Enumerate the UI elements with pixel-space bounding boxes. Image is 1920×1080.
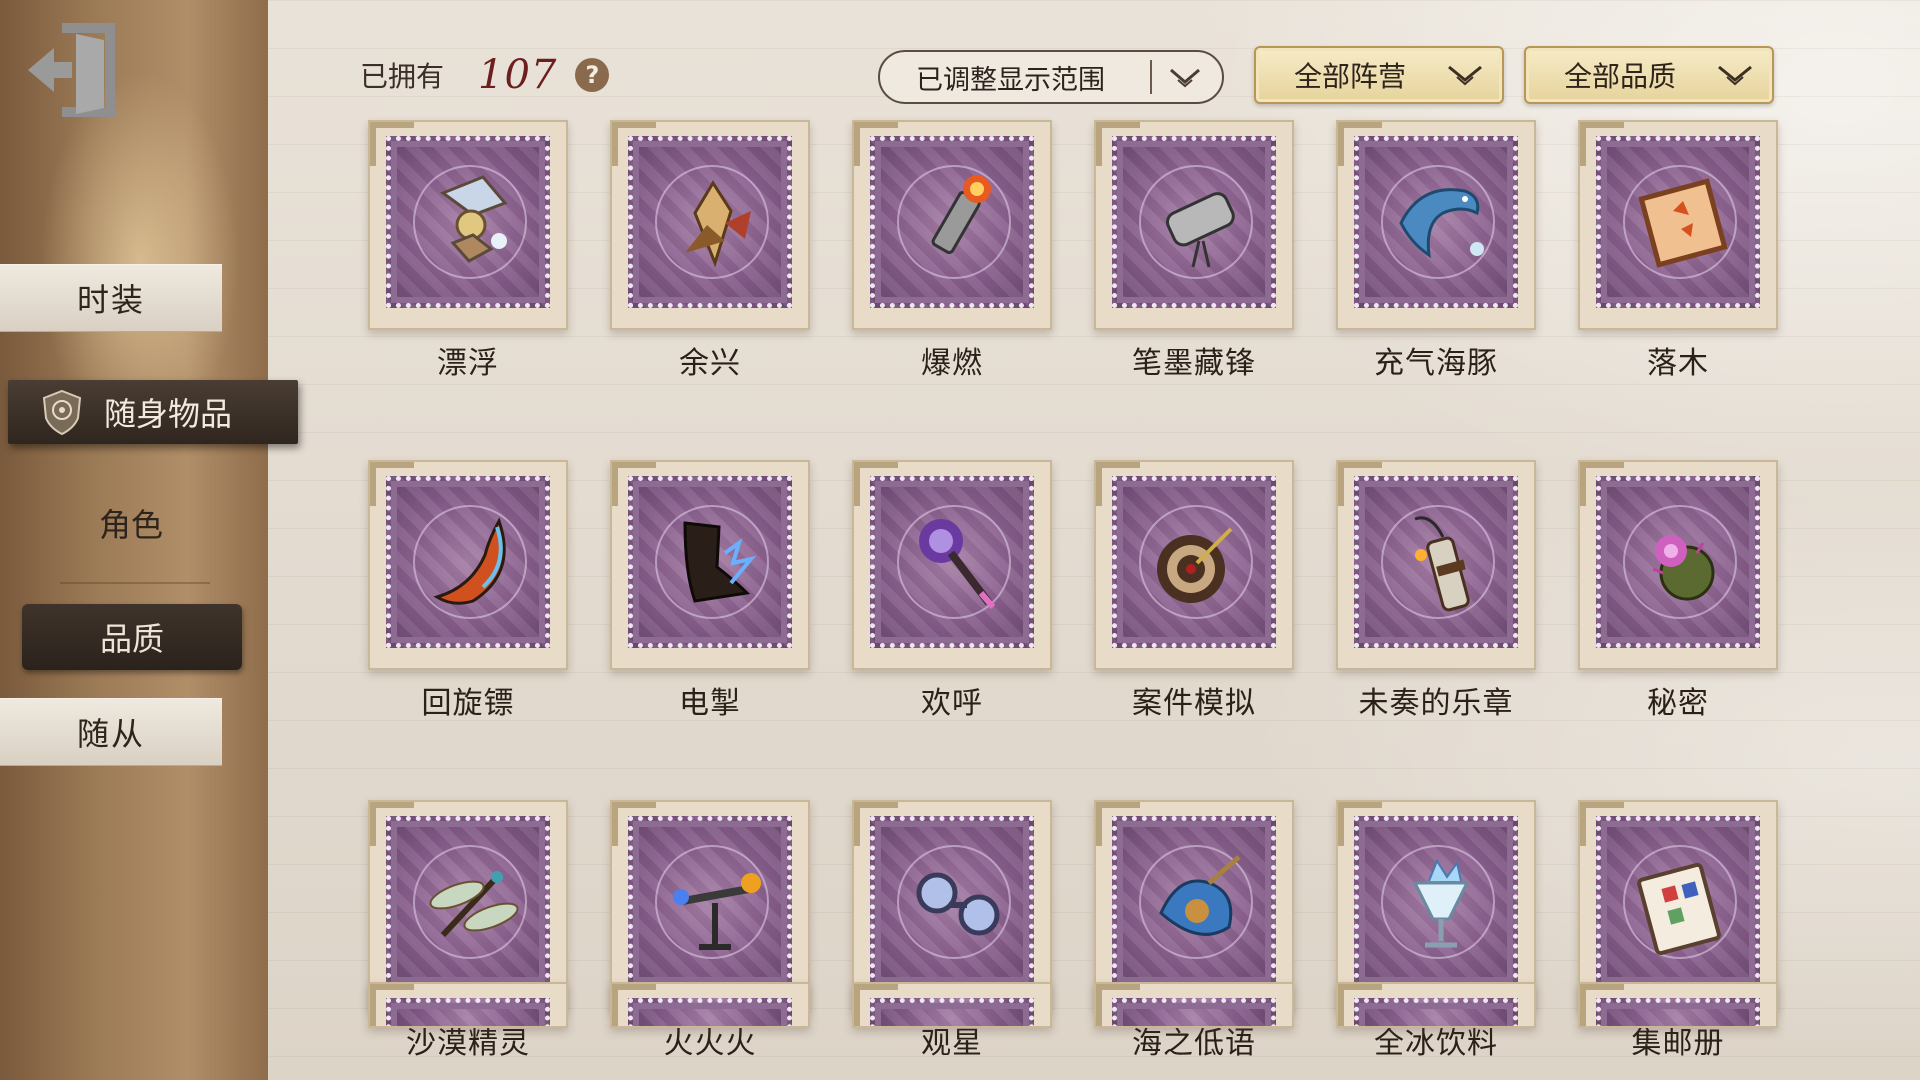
quality-dropdown[interactable]: 全部品质 (1524, 46, 1774, 104)
item-card[interactable]: 案件模拟 (1094, 460, 1294, 722)
item-name: 充气海豚 (1374, 346, 1498, 381)
chevron-down-icon (1718, 65, 1752, 86)
pompom-wand-icon (919, 519, 996, 609)
torch-stand-icon (673, 873, 761, 950)
sidebar-item-label: 随从 (76, 715, 145, 753)
ice-drink-icon (1412, 858, 1470, 948)
boomerang-icon (433, 517, 506, 605)
item-name: 笔墨藏锋 (1132, 346, 1256, 381)
item-name: 余兴 (679, 346, 741, 381)
help-icon[interactable]: ? (575, 58, 610, 92)
shell-icon (1159, 855, 1241, 936)
dragonfly-icon (429, 871, 519, 938)
display-range-dropdown[interactable]: 已调整显示范围 (878, 50, 1224, 104)
item-name: 未奏的乐章 (1358, 686, 1514, 721)
display-range-label: 已调整显示范围 (916, 64, 1105, 96)
item-name: 爆燃 (921, 346, 983, 381)
item-stamp (368, 120, 568, 330)
item-stamp (1578, 800, 1778, 1010)
item-stamp (1578, 120, 1778, 330)
owned-label: 已拥有 (360, 60, 445, 93)
lightning-boot-icon (683, 521, 757, 603)
stamp-album-icon (1637, 862, 1721, 956)
item-card[interactable]: 秘密 (1578, 460, 1778, 722)
item-stamp (1336, 800, 1536, 1010)
exit-button[interactable] (24, 20, 120, 120)
faction-label: 全部阵营 (1294, 60, 1407, 93)
main-panel: 已拥有 107 ? 已调整显示范围 全部阵营 全部品质 漂浮 余兴 爆燃 笔墨藏… (268, 0, 1920, 1080)
item-stamp (610, 120, 810, 330)
sidebar-item-accessories[interactable]: 随身物品 (8, 380, 298, 444)
item-stamp (368, 460, 568, 670)
dynamite-icon (1414, 516, 1470, 612)
item-grid: 漂浮 余兴 爆燃 笔墨藏锋 充气海豚 落木 回旋镖 电掣 欢呼 案件模拟 未奏的… (368, 120, 1788, 1062)
sidebar-item-follower[interactable]: 随从 (0, 698, 222, 766)
item-stamp[interactable] (852, 982, 1052, 1028)
thorn-flower-icon (1652, 535, 1715, 601)
chevron-down-icon (1170, 68, 1200, 88)
sidebar-item-outfit[interactable]: 时装 (0, 264, 222, 332)
item-card[interactable]: 欢呼 (852, 460, 1052, 722)
item-name: 欢呼 (921, 686, 983, 721)
dolphin-icon (1399, 188, 1484, 259)
item-name: 秘密 (1647, 686, 1709, 721)
item-stamp[interactable] (1094, 982, 1294, 1028)
item-stamp (1094, 800, 1294, 1010)
sidebar-item-quality[interactable]: 品质 (22, 604, 242, 670)
item-stamp (610, 460, 810, 670)
item-stamp[interactable] (1336, 982, 1536, 1028)
flame-plug-icon (931, 175, 991, 255)
item-card[interactable]: 爆燃 (852, 120, 1052, 382)
item-stamp (1336, 460, 1536, 670)
item-card[interactable]: 回旋镖 (368, 460, 568, 722)
item-name: 案件模拟 (1132, 686, 1256, 721)
owned-count: 107 (478, 52, 558, 98)
item-stamp (368, 800, 568, 1010)
item-name: 电掣 (679, 686, 741, 721)
item-name: 回旋镖 (421, 686, 515, 721)
sidebar-item-label: 时装 (76, 281, 145, 319)
ink-scroll-icon (1165, 192, 1235, 268)
item-stamp (1094, 460, 1294, 670)
chevron-down-icon (1448, 65, 1482, 86)
sidebar-item-character[interactable]: 角色 (20, 490, 242, 556)
quality-label: 全部品质 (1564, 60, 1677, 93)
shield-badge-icon (42, 389, 82, 436)
item-card[interactable]: 余兴 (610, 120, 810, 382)
sidebar: 时装 随身物品 角色 品质 随从 (0, 0, 298, 1080)
exit-door-icon (28, 23, 115, 117)
item-card[interactable]: 笔墨藏锋 (1094, 120, 1294, 382)
item-card[interactable]: 落木 (1578, 120, 1778, 382)
owned-counter: 已拥有 107 ? (360, 52, 610, 98)
item-stamp (852, 120, 1052, 330)
item-stamp[interactable] (368, 982, 568, 1028)
item-stamp[interactable] (610, 982, 810, 1028)
item-stamp (1336, 120, 1536, 330)
sidebar-item-label: 随身物品 (104, 395, 233, 433)
item-grid-next-row (368, 982, 1788, 1028)
sidebar-divider (60, 582, 210, 584)
item-card[interactable]: 电掣 (610, 460, 810, 722)
item-name: 落木 (1647, 346, 1709, 381)
sidebar-item-label: 品质 (99, 620, 164, 658)
leaf-frame-icon (1638, 178, 1728, 268)
item-stamp[interactable] (1578, 982, 1778, 1028)
item-stamp (852, 800, 1052, 1010)
faction-dropdown[interactable]: 全部阵营 (1254, 46, 1504, 104)
sidebar-item-label: 角色 (98, 506, 163, 544)
dropdown-separator (1150, 60, 1152, 94)
fan-bouquet-icon (685, 180, 751, 268)
item-name: 漂浮 (437, 346, 499, 381)
binoculars-icon (916, 872, 1000, 936)
item-stamp (610, 800, 810, 1010)
item-card[interactable]: 未奏的乐章 (1336, 460, 1536, 722)
item-stamp (1094, 120, 1294, 330)
item-stamp (852, 460, 1052, 670)
item-card[interactable]: 漂浮 (368, 120, 568, 382)
item-stamp (1578, 460, 1778, 670)
floating-lantern-icon (439, 175, 508, 263)
item-card[interactable]: 充气海豚 (1336, 120, 1536, 382)
target-dart-icon (1157, 527, 1233, 603)
